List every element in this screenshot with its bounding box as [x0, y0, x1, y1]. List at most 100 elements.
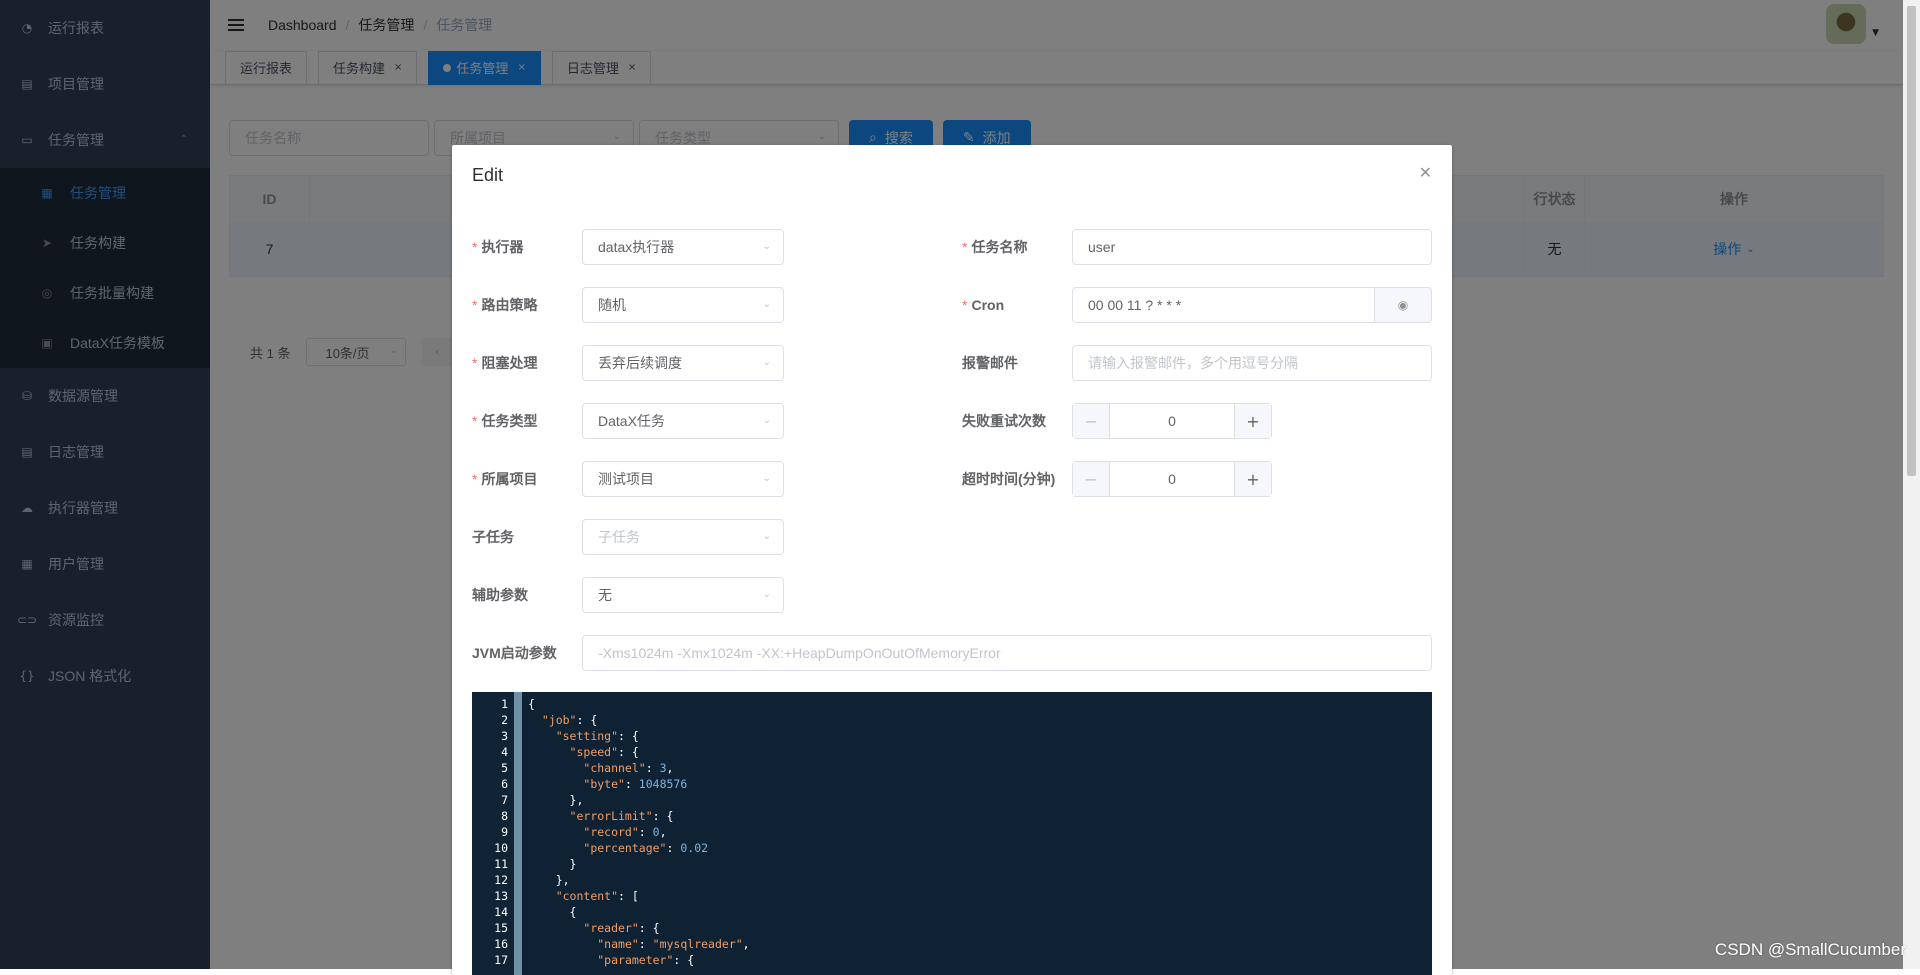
retry-count-stepper: − 0 +	[1072, 403, 1272, 439]
form-item-project: * 所属项目 测试项目 ⌄	[472, 461, 784, 497]
chevron-down-icon: ⌄	[762, 415, 771, 426]
code-text: "speed": {	[569, 745, 639, 759]
line-number: 16	[494, 937, 508, 951]
retry-count-value[interactable]: 0	[1109, 404, 1235, 438]
code-text: "parameter": {	[597, 953, 695, 967]
aux-param-select[interactable]: 无 ⌄	[582, 577, 784, 613]
form-item-child: 子任务 子任务 ⌄	[472, 519, 784, 555]
code-line: 7 },	[472, 792, 1432, 808]
code-text: "job": {	[541, 713, 598, 727]
form-label: * 执行器	[472, 239, 524, 255]
form-label: JVM启动参数	[472, 645, 557, 661]
code-text: }	[528, 857, 577, 871]
form-label: 失败重试次数	[962, 413, 1046, 429]
line-number: 11	[494, 857, 508, 871]
child-task-select[interactable]: 子任务 ⌄	[582, 519, 784, 555]
chevron-down-icon: ⌄	[762, 531, 771, 542]
form-label: * 任务类型	[472, 413, 538, 429]
executor-select[interactable]: datax执行器 ⌄	[582, 229, 784, 265]
chevron-down-icon: ⌄	[762, 473, 771, 484]
code-line: 14 {	[472, 904, 1432, 920]
line-number: 4	[501, 745, 508, 759]
code-line: 8 "errorLimit": {	[472, 808, 1432, 824]
chevron-down-icon: ⌄	[762, 357, 771, 368]
watermark: CSDN @SmallCucumber	[1714, 940, 1906, 959]
code-text: {	[528, 697, 535, 711]
dialog-title: Edit	[472, 165, 504, 185]
form-item-email: 报警邮件 请输入报警邮件，多个用逗号分隔	[962, 345, 1432, 381]
code-text: },	[528, 873, 570, 887]
json-code-editor[interactable]: 1{2 "job": {3 "setting": {4 "speed": {5 …	[472, 692, 1432, 975]
line-number: 6	[501, 777, 508, 791]
form-item-executor: * 执行器 datax执行器 ⌄	[472, 229, 784, 265]
code-line: 9 "record": 0,	[472, 824, 1432, 840]
code-line: 10 "percentage": 0.02	[472, 840, 1432, 856]
increment-button[interactable]: +	[1235, 404, 1271, 438]
code-text: "setting": {	[555, 729, 639, 743]
page-scrollbar[interactable]	[1903, 0, 1920, 969]
code-line: 16 "name": "mysqlreader",	[472, 936, 1432, 952]
form-item-block: * 阻塞处理 丢弃后续调度 ⌄	[472, 345, 784, 381]
code-text: {	[528, 905, 577, 919]
code-line: 5 "channel": 3,	[472, 760, 1432, 776]
form-item-jvm: JVM启动参数 -Xms1024m -Xmx1024m -XX:+HeapDum…	[472, 635, 1432, 671]
code-line: 2 "job": {	[472, 712, 1432, 728]
line-number: 17	[494, 953, 508, 967]
editor-lines: 1{2 "job": {3 "setting": {4 "speed": {5 …	[472, 696, 1432, 968]
chevron-down-icon: ⌄	[762, 241, 771, 252]
line-number: 15	[494, 921, 508, 935]
form-item-task-type: * 任务类型 DataX任务 ⌄	[472, 403, 784, 439]
block-strategy-select[interactable]: 丢弃后续调度 ⌄	[582, 345, 784, 381]
line-number: 7	[501, 793, 508, 807]
code-line: 6 "byte": 1048576	[472, 776, 1432, 792]
alarm-email-input[interactable]: 请输入报警邮件，多个用逗号分隔	[1072, 345, 1432, 381]
code-line: 17 "parameter": {	[472, 952, 1432, 968]
form-label: 超时时间(分钟)	[962, 471, 1056, 487]
line-number: 3	[501, 729, 508, 743]
form-item-cron: * Cron 00 00 11 ? * * * ◉	[962, 287, 1432, 323]
task-type-select[interactable]: DataX任务 ⌄	[582, 403, 784, 439]
code-text: "content": [	[555, 889, 639, 903]
form-item-timeout: 超时时间(分钟) − 0 +	[962, 461, 1272, 497]
code-line: 12 },	[472, 872, 1432, 888]
eye-icon: ◉	[1397, 298, 1409, 312]
cron-input-group: 00 00 11 ? * * * ◉	[1072, 287, 1432, 323]
timeout-value[interactable]: 0	[1109, 462, 1235, 496]
line-number: 13	[494, 889, 508, 903]
line-number: 5	[501, 761, 508, 775]
cron-input[interactable]: 00 00 11 ? * * *	[1072, 287, 1375, 323]
line-number: 9	[501, 825, 508, 839]
code-text: "byte": 1048576	[583, 777, 688, 791]
code-line: 4 "speed": {	[472, 744, 1432, 760]
code-text: "reader": {	[583, 921, 660, 935]
line-number: 10	[494, 841, 508, 855]
scrollbar-thumb[interactable]	[1907, 6, 1916, 476]
code-line: 11 }	[472, 856, 1432, 872]
route-strategy-select[interactable]: 随机 ⌄	[582, 287, 784, 323]
form-item-retry: 失败重试次数 − 0 +	[962, 403, 1272, 439]
form-item-route: * 路由策略 随机 ⌄	[472, 287, 784, 323]
close-icon[interactable]: ✕	[1419, 163, 1432, 182]
form-item-aux: 辅助参数 无 ⌄	[472, 577, 784, 613]
code-text: "channel": 3,	[583, 761, 674, 775]
decrement-button[interactable]: −	[1073, 462, 1109, 496]
project-select[interactable]: 测试项目 ⌄	[582, 461, 784, 497]
cron-picker-button[interactable]: ◉	[1375, 287, 1432, 323]
form-label: 辅助参数	[472, 587, 528, 603]
code-text: "record": 0,	[583, 825, 667, 839]
jvm-param-input[interactable]: -Xms1024m -Xmx1024m -XX:+HeapDumpOnOutOf…	[582, 635, 1432, 671]
timeout-stepper: − 0 +	[1072, 461, 1272, 497]
code-text: "errorLimit": {	[569, 809, 674, 823]
task-name-input[interactable]: user	[1072, 229, 1432, 265]
form-item-task-name: * 任务名称 user	[962, 229, 1432, 265]
code-text: },	[528, 793, 584, 807]
decrement-button[interactable]: −	[1073, 404, 1109, 438]
chevron-down-icon: ⌄	[762, 299, 771, 310]
form-label: * 路由策略	[472, 297, 538, 313]
code-line: 13 "content": [	[472, 888, 1432, 904]
form-label: * Cron	[962, 297, 1005, 313]
form-label: 子任务	[472, 529, 514, 545]
form-label: * 任务名称	[962, 239, 1028, 255]
line-number: 12	[494, 873, 508, 887]
increment-button[interactable]: +	[1235, 462, 1271, 496]
